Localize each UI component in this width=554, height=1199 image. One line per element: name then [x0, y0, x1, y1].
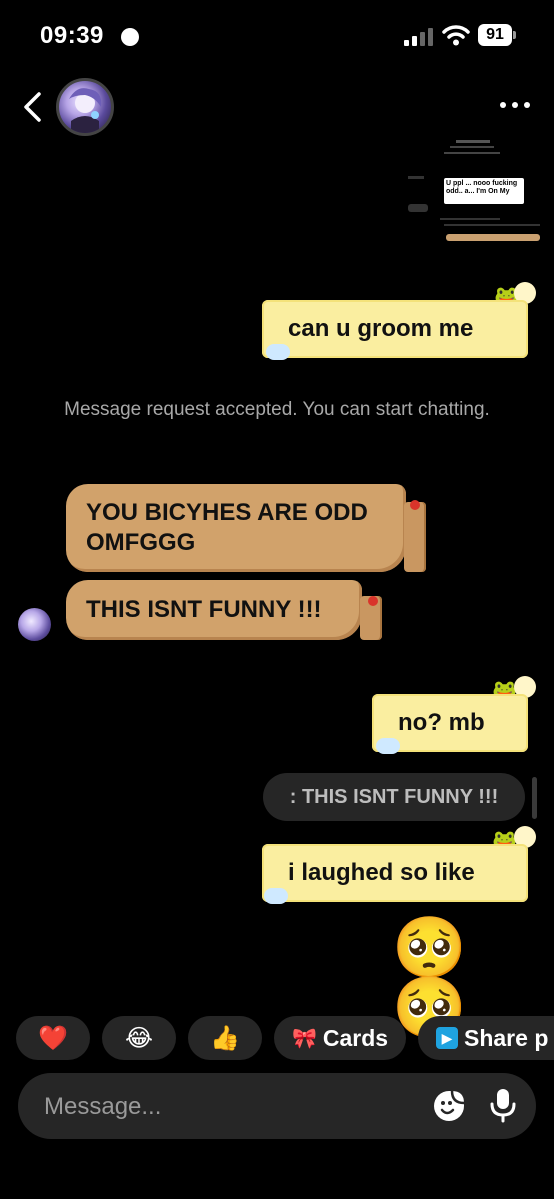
- sender-avatar[interactable]: [18, 608, 51, 641]
- system-message: Message request accepted. You can start …: [64, 399, 490, 420]
- bow-icon: [368, 596, 378, 606]
- mini-caption: U ppl ... nooo fucking odd.. a... I'm On…: [444, 178, 524, 204]
- cloud-icon: [266, 344, 290, 360]
- message-bubble-incoming[interactable]: THIS ISNT FUNNY !!!: [66, 580, 362, 640]
- message-bubble-incoming[interactable]: YOU BICYHES ARE ODD OMFGGG: [66, 484, 406, 572]
- mini-text: [456, 140, 490, 143]
- cloud-icon: [264, 888, 288, 904]
- share-label: Share p: [464, 1024, 549, 1051]
- mini-text: [450, 146, 494, 148]
- heart-icon: ❤️: [38, 1024, 68, 1052]
- share-icon: ▶: [436, 1027, 458, 1049]
- mini-text: [444, 152, 500, 154]
- sticker-icon[interactable]: [432, 1089, 466, 1123]
- message-bubble-outgoing[interactable]: can u groom me: [262, 300, 528, 358]
- profile-avatar[interactable]: [56, 78, 114, 136]
- reply-indicator-bar: [532, 777, 537, 819]
- quick-thumbs-up-button[interactable]: 👍: [188, 1016, 262, 1060]
- scroll-roll-decor: [404, 502, 426, 572]
- battery-level: 91: [478, 24, 512, 46]
- thumbs-up-icon: 👍: [210, 1024, 240, 1052]
- cards-button[interactable]: 🎀 Cards: [274, 1016, 406, 1060]
- reply-preview[interactable]: : THIS ISNT FUNNY !!!: [263, 773, 525, 821]
- mini-text: [444, 224, 540, 226]
- quick-laugh-button[interactable]: 😂: [102, 1016, 176, 1060]
- bow-icon: [410, 500, 420, 510]
- mini-text: [408, 176, 424, 179]
- wifi-icon: [442, 25, 470, 46]
- quick-heart-button[interactable]: ❤️: [16, 1016, 90, 1060]
- status-time: 09:39: [40, 22, 104, 49]
- cellular-signal-icon: [404, 28, 434, 46]
- cards-icon: 🎀: [291, 1027, 317, 1050]
- avatar-art: [69, 88, 102, 133]
- message-bubble-outgoing[interactable]: i laughed so like: [262, 844, 528, 902]
- more-horizontal-icon[interactable]: [498, 98, 532, 112]
- share-button[interactable]: ▶ Share p: [418, 1016, 554, 1060]
- chevron-left-icon[interactable]: [18, 90, 48, 124]
- cards-label: Cards: [322, 1024, 389, 1051]
- shared-screenshot[interactable]: U ppl ... nooo fucking odd.. a... I'm On…: [404, 140, 540, 250]
- microphone-icon[interactable]: [488, 1087, 518, 1123]
- mini-bubble: [446, 234, 540, 241]
- battery-tip: [513, 31, 516, 39]
- mini-bubble: [408, 204, 428, 212]
- message-input[interactable]: [42, 1073, 406, 1141]
- mini-text: [440, 218, 500, 220]
- laughing-emoji-icon: 😂: [124, 1024, 154, 1052]
- focus-dot-icon: [121, 28, 139, 46]
- cloud-icon: [376, 738, 400, 754]
